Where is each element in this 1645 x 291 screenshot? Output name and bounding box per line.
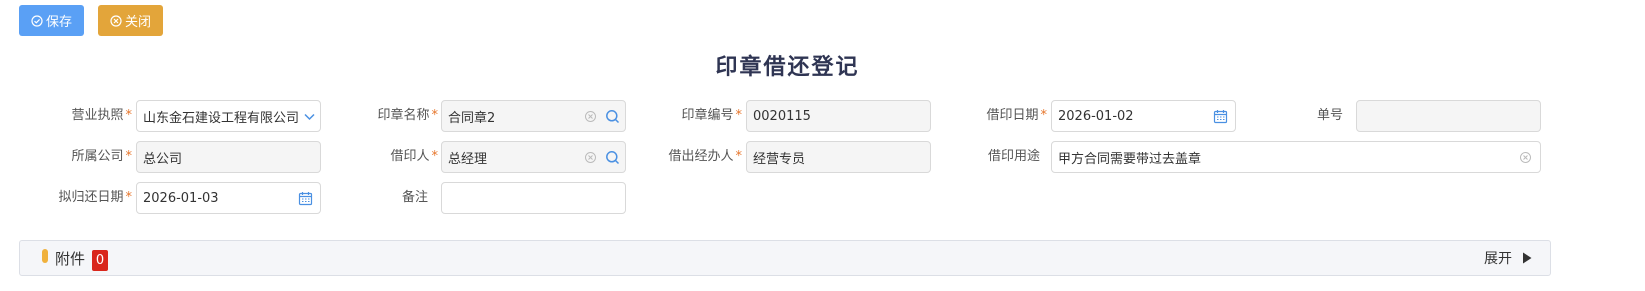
handler-label: 借出经办人 * — [668, 149, 742, 164]
panel-accent-bar — [42, 249, 48, 263]
attachments-panel: 附件 0 展开 — [19, 240, 1551, 276]
borrower-value: 总经理 — [448, 151, 488, 167]
seal-name-field[interactable]: 合同章2 — [441, 100, 626, 132]
seal-name-value: 合同章2 — [448, 110, 496, 126]
search-icon[interactable] — [601, 105, 623, 127]
doc-no-field[interactable] — [1356, 100, 1541, 132]
company-value: 总公司 — [143, 151, 183, 167]
borrow-date-picker[interactable]: 2026-01-02 — [1051, 100, 1236, 132]
remark-label: 备注 — [401, 190, 428, 205]
seal-no-field[interactable]: 0020115 — [746, 100, 931, 132]
seal-name-label: 印章名称 * — [377, 108, 438, 123]
chevron-down-icon — [298, 105, 320, 127]
calendar-icon[interactable] — [294, 187, 316, 209]
purpose-value: 甲方合同需要带过去盖章 — [1058, 151, 1202, 167]
return-date-label: 拟归还日期 * — [58, 190, 132, 205]
handler-value: 经营专员 — [753, 151, 806, 167]
page-title: 印章借还登记 — [715, 55, 860, 80]
remark-input[interactable] — [441, 182, 626, 214]
return-date-value: 2026-01-03 — [143, 190, 219, 206]
purpose-label: 借印用途 — [987, 149, 1040, 164]
doc-no-label: 单号 — [1316, 108, 1343, 123]
borrower-field[interactable]: 总经理 — [441, 141, 626, 173]
return-date-picker[interactable]: 2026-01-03 — [136, 182, 321, 214]
seal-no-label: 印章编号 * — [681, 108, 742, 123]
attachments-title: 附件 — [55, 249, 86, 268]
save-button[interactable]: 保存 — [19, 5, 84, 36]
expand-label: 展开 — [1484, 251, 1512, 267]
clear-icon[interactable] — [1514, 146, 1536, 168]
close-button-label: 关闭 — [124, 15, 151, 30]
purpose-input[interactable]: 甲方合同需要带过去盖章 — [1051, 141, 1541, 173]
save-button-label: 保存 — [45, 15, 72, 30]
company-label: 所属公司 * — [71, 149, 132, 164]
check-circle-icon — [31, 14, 43, 27]
business-license-label: 营业执照 * — [71, 108, 132, 123]
business-license-value: 山东金石建设工程有限公司 — [143, 110, 298, 126]
handler-field[interactable]: 经营专员 — [746, 141, 931, 173]
attachments-count-badge: 0 — [92, 250, 108, 271]
close-button[interactable]: 关闭 — [98, 5, 163, 36]
clear-icon[interactable] — [579, 105, 601, 127]
caret-right-icon — [1523, 252, 1532, 264]
business-license-select[interactable]: 山东金石建设工程有限公司 — [136, 100, 321, 132]
expand-button[interactable]: 展开 — [1484, 248, 1532, 268]
borrow-date-label: 借印日期 * — [986, 108, 1047, 123]
clear-icon[interactable] — [579, 146, 601, 168]
borrower-label: 借印人 * — [390, 149, 438, 164]
calendar-icon[interactable] — [1209, 105, 1231, 127]
company-field[interactable]: 总公司 — [136, 141, 321, 173]
borrow-date-value: 2026-01-02 — [1058, 108, 1134, 124]
close-circle-icon — [110, 14, 122, 27]
search-icon[interactable] — [601, 146, 623, 168]
seal-no-value: 0020115 — [753, 108, 811, 124]
